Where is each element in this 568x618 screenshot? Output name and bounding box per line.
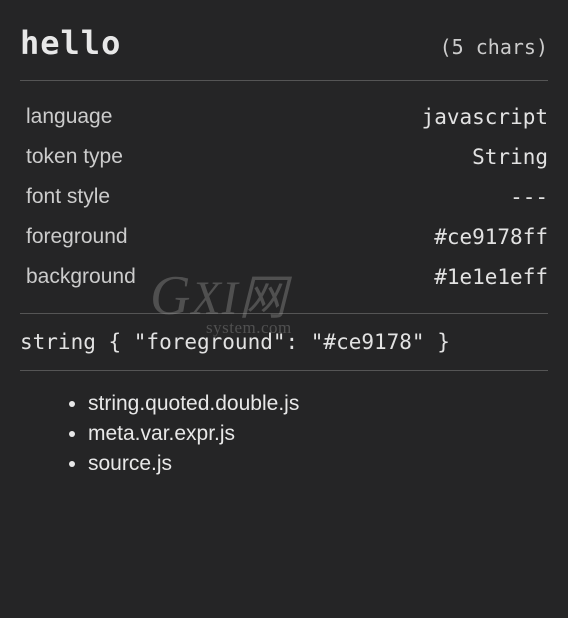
theme-rule: string { "foreground": "#ce9178" } — [20, 314, 548, 370]
prop-label: language — [26, 105, 112, 129]
prop-row-token-type: token type String — [26, 137, 548, 177]
prop-row-foreground: foreground #ce9178ff — [26, 217, 548, 257]
char-count: (5 chars) — [440, 35, 548, 59]
scope-item: meta.var.expr.js — [88, 419, 548, 449]
prop-label: token type — [26, 145, 123, 169]
prop-row-background: background #1e1e1eff — [26, 257, 548, 297]
prop-value: String — [472, 145, 548, 169]
prop-row-language: language javascript — [26, 97, 548, 137]
prop-row-font-style: font style --- — [26, 177, 548, 217]
prop-value: javascript — [422, 105, 548, 129]
prop-label: foreground — [26, 225, 128, 249]
prop-label: background — [26, 265, 136, 289]
scope-item: string.quoted.double.js — [88, 389, 548, 419]
token-text: hello — [20, 24, 121, 62]
properties-table: language javascript token type String fo… — [20, 81, 548, 313]
prop-value: #1e1e1eff — [434, 265, 548, 289]
scope-list: string.quoted.double.js meta.var.expr.js… — [20, 371, 548, 479]
prop-value: --- — [510, 185, 548, 209]
scope-item: source.js — [88, 449, 548, 479]
prop-value: #ce9178ff — [434, 225, 548, 249]
prop-label: font style — [26, 185, 110, 209]
header: hello (5 chars) — [20, 24, 548, 80]
